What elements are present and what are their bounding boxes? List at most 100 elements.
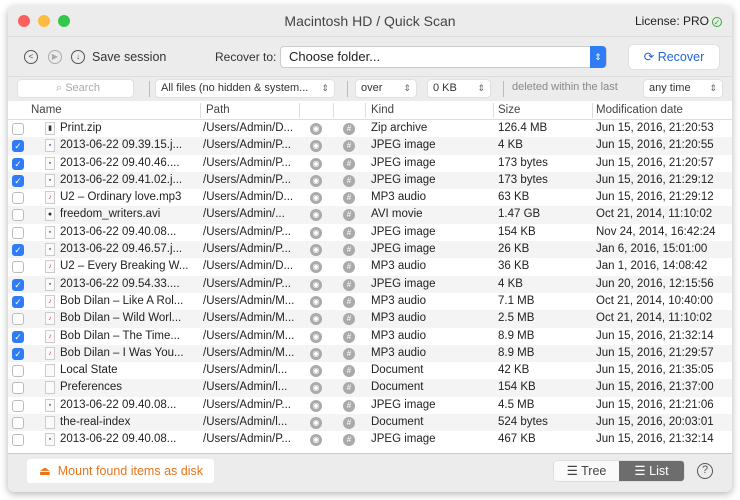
row-checkbox[interactable]: ✓ bbox=[12, 174, 24, 187]
hash-icon[interactable]: # bbox=[343, 261, 355, 274]
column-date[interactable]: Modification date bbox=[596, 104, 683, 116]
preview-eye-icon[interactable]: ◉ bbox=[310, 157, 322, 170]
row-checkbox[interactable] bbox=[12, 365, 24, 378]
image-file-icon: ▪ bbox=[45, 156, 55, 170]
hash-icon[interactable]: # bbox=[343, 399, 355, 412]
table-row[interactable]: ✓ ♪ Bob Dilan – Like A Rol... /Users/Adm… bbox=[8, 293, 732, 310]
preview-eye-icon[interactable]: ◉ bbox=[310, 174, 322, 187]
recover-button[interactable]: ⟳ Recover bbox=[629, 45, 719, 69]
table-row[interactable]: ▪ 2013-06-22 09.40.08... /Users/Admin/P.… bbox=[8, 431, 732, 448]
save-session-button[interactable]: Save session bbox=[92, 50, 166, 64]
table-row[interactable]: ● freedom_writers.avi /Users/Admin/... ◉… bbox=[8, 206, 732, 224]
hash-icon[interactable]: # bbox=[343, 330, 355, 343]
column-size[interactable]: Size bbox=[498, 104, 520, 116]
row-checkbox[interactable] bbox=[12, 434, 24, 447]
hash-icon[interactable]: # bbox=[343, 382, 355, 395]
close-button[interactable] bbox=[18, 15, 30, 27]
table-row[interactable]: ✓ ▪ 2013-06-22 09.46.57.j... /Users/Admi… bbox=[8, 241, 732, 259]
table-row[interactable]: ✓ ▪ 2013-06-22 09.54.33.... /Users/Admin… bbox=[8, 275, 732, 293]
preview-eye-icon[interactable]: ◉ bbox=[310, 434, 322, 447]
preview-eye-icon[interactable]: ◉ bbox=[310, 226, 322, 239]
row-checkbox[interactable]: ✓ bbox=[12, 330, 24, 343]
row-checkbox[interactable] bbox=[12, 382, 24, 395]
hash-icon[interactable]: # bbox=[343, 434, 355, 447]
hash-icon[interactable]: # bbox=[343, 123, 355, 135]
preview-eye-icon[interactable]: ◉ bbox=[310, 295, 322, 308]
preview-eye-icon[interactable]: ◉ bbox=[310, 330, 322, 343]
preview-eye-icon[interactable]: ◉ bbox=[310, 140, 322, 153]
row-checkbox[interactable]: ✓ bbox=[12, 157, 24, 170]
save-session-icon[interactable]: ↓ bbox=[71, 50, 85, 64]
preview-eye-icon[interactable]: ◉ bbox=[310, 313, 322, 326]
table-row[interactable]: ✓ ▪ 2013-06-22 09.39.15.j... /Users/Admi… bbox=[8, 137, 732, 155]
help-button[interactable]: ? bbox=[697, 463, 713, 479]
table-row[interactable]: ✓ ♪ Bob Dilan – The Time... /Users/Admin… bbox=[8, 328, 732, 345]
size-operator-select[interactable]: over ⇕ bbox=[356, 80, 416, 97]
hash-icon[interactable]: # bbox=[343, 209, 355, 222]
table-row[interactable]: Preferences /Users/Admin/l... ◉ # Docume… bbox=[8, 379, 732, 397]
row-checkbox[interactable]: ✓ bbox=[12, 347, 24, 360]
table-row[interactable]: ▮ Print.zip /Users/Admin/D... ◉ # Zip ar… bbox=[8, 120, 732, 137]
file-type-select[interactable]: All files (no hidden & system... ⇕ bbox=[156, 80, 334, 97]
table-row[interactable]: ✓ ▪ 2013-06-22 09.40.46.... /Users/Admin… bbox=[8, 155, 732, 172]
row-checkbox[interactable]: ✓ bbox=[12, 295, 24, 308]
table-row[interactable]: the-real-index /Users/Admin/l... ◉ # Doc… bbox=[8, 414, 732, 432]
hash-icon[interactable]: # bbox=[343, 140, 355, 153]
column-path[interactable]: Path bbox=[206, 104, 230, 116]
table-row[interactable]: ▪ 2013-06-22 09.40.08... /Users/Admin/P.… bbox=[8, 397, 732, 414]
mount-disk-button[interactable]: ⏏ Mount found items as disk bbox=[27, 459, 214, 483]
recover-to-select[interactable]: Choose folder... ⇕ bbox=[280, 46, 607, 68]
preview-eye-icon[interactable]: ◉ bbox=[310, 261, 322, 274]
time-select[interactable]: any time ⇕ bbox=[644, 80, 722, 97]
size-value-select[interactable]: 0 KB ⇕ bbox=[428, 80, 490, 97]
table-row[interactable]: ▪ 2013-06-22 09.40.08... /Users/Admin/P.… bbox=[8, 224, 732, 241]
row-checkbox[interactable]: ✓ bbox=[12, 140, 24, 153]
hash-icon[interactable]: # bbox=[343, 157, 355, 170]
hash-icon[interactable]: # bbox=[343, 192, 355, 205]
row-checkbox[interactable] bbox=[12, 123, 24, 135]
table-row[interactable]: ✓ ♪ Bob Dilan – I Was You... /Users/Admi… bbox=[8, 344, 732, 363]
row-checkbox[interactable]: ✓ bbox=[12, 244, 24, 257]
row-checkbox[interactable]: ✓ bbox=[12, 278, 24, 291]
minimize-button[interactable] bbox=[38, 15, 50, 27]
table-row[interactable]: ♪ U2 – Every Breaking W... /Users/Admin/… bbox=[8, 258, 732, 275]
hash-icon[interactable]: # bbox=[343, 417, 355, 430]
preview-eye-icon[interactable]: ◉ bbox=[310, 347, 322, 360]
row-checkbox[interactable] bbox=[12, 261, 24, 274]
back-button[interactable]: < bbox=[24, 50, 38, 64]
hash-icon[interactable]: # bbox=[343, 295, 355, 308]
play-button[interactable]: ▶ bbox=[48, 50, 62, 64]
list-view-button[interactable]: ☰ List bbox=[619, 461, 684, 481]
row-checkbox[interactable] bbox=[12, 192, 24, 205]
hash-icon[interactable]: # bbox=[343, 226, 355, 239]
table-row[interactable]: ✓ ▪ 2013-06-22 09.41.02.j... /Users/Admi… bbox=[8, 171, 732, 190]
preview-eye-icon[interactable]: ◉ bbox=[310, 278, 322, 291]
row-checkbox[interactable] bbox=[12, 226, 24, 239]
row-checkbox[interactable] bbox=[12, 399, 24, 412]
hash-icon[interactable]: # bbox=[343, 365, 355, 378]
column-kind[interactable]: Kind bbox=[371, 104, 394, 116]
row-checkbox[interactable] bbox=[12, 313, 24, 326]
column-name[interactable]: Name bbox=[31, 104, 62, 116]
row-checkbox[interactable] bbox=[12, 417, 24, 430]
table-row[interactable]: Local State /Users/Admin/l... ◉ # Docume… bbox=[8, 362, 732, 379]
search-input[interactable]: ⌕ Search bbox=[18, 80, 133, 97]
hash-icon[interactable]: # bbox=[343, 244, 355, 257]
table-row[interactable]: ♪ U2 – Ordinary love.mp3 /Users/Admin/D.… bbox=[8, 189, 732, 206]
row-checkbox[interactable] bbox=[12, 209, 24, 222]
hash-icon[interactable]: # bbox=[343, 174, 355, 187]
tree-view-button[interactable]: ☰ Tree bbox=[554, 461, 619, 481]
preview-eye-icon[interactable]: ◉ bbox=[310, 209, 322, 222]
hash-icon[interactable]: # bbox=[343, 313, 355, 326]
preview-eye-icon[interactable]: ◉ bbox=[310, 417, 322, 430]
preview-eye-icon[interactable]: ◉ bbox=[310, 244, 322, 257]
hash-icon[interactable]: # bbox=[343, 278, 355, 291]
table-row[interactable]: ♪ Bob Dilan – Wild Worl... /Users/Admin/… bbox=[8, 310, 732, 328]
zoom-button[interactable] bbox=[58, 15, 70, 27]
preview-eye-icon[interactable]: ◉ bbox=[310, 399, 322, 412]
hash-icon[interactable]: # bbox=[343, 347, 355, 360]
preview-eye-icon[interactable]: ◉ bbox=[310, 382, 322, 395]
preview-eye-icon[interactable]: ◉ bbox=[310, 123, 322, 135]
preview-eye-icon[interactable]: ◉ bbox=[310, 365, 322, 378]
preview-eye-icon[interactable]: ◉ bbox=[310, 192, 322, 205]
